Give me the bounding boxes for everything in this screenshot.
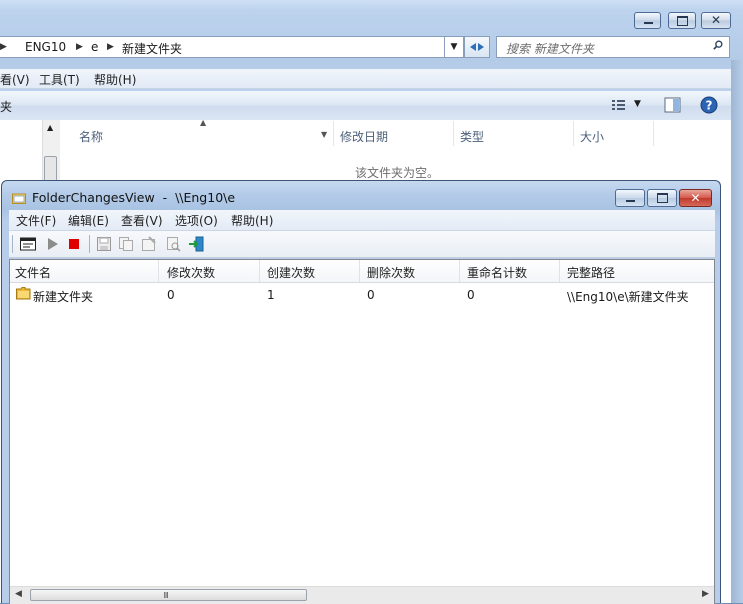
maximize-button[interactable]	[647, 189, 677, 207]
folderchangesview-window: FolderChangesView - \\Eng10\e ✕ 文件(F) 编辑…	[1, 180, 721, 604]
cell-rename-count: 0	[467, 288, 475, 302]
properties-icon[interactable]	[140, 235, 158, 253]
options-window-icon[interactable]	[19, 235, 37, 253]
column-modified[interactable]: 修改日期	[340, 128, 388, 153]
explorer-window-edge	[731, 60, 743, 603]
column-filename[interactable]: 文件名	[15, 264, 51, 281]
toolbar	[9, 231, 715, 258]
folder-icon	[16, 287, 31, 300]
stop-icon[interactable]	[65, 235, 83, 253]
breadcrumb-arrow-icon: ▶	[107, 42, 114, 52]
menu-options[interactable]: 选项(O)	[175, 212, 218, 229]
toolbar-separator	[89, 235, 90, 253]
changes-list[interactable]: 文件名 修改次数 创建次数 删除次数 重命名计数 完整路径 新建文件夹 0 1 …	[9, 259, 715, 604]
scroll-grip: III	[163, 591, 169, 600]
explorer-menu-bar: 看(V) 工具(T) 帮助(H)	[0, 69, 731, 89]
column-divider	[573, 121, 574, 146]
scroll-up-icon[interactable]: ▲	[47, 123, 53, 132]
column-divider[interactable]	[359, 260, 360, 282]
explorer-close-button[interactable]: ✕	[701, 12, 731, 29]
help-icon[interactable]: ?	[700, 96, 718, 114]
minimize-icon	[643, 22, 653, 24]
address-bar[interactable]: ▶ ENG10 ▶ e ▶ 新建文件夹	[0, 36, 458, 58]
cell-delete-count: 0	[367, 288, 375, 302]
cell-filename: 新建文件夹	[33, 290, 94, 304]
column-name[interactable]: 名称	[79, 128, 103, 153]
preview-pane-icon[interactable]	[664, 97, 681, 113]
column-divider	[453, 121, 454, 146]
horizontal-scrollbar[interactable]: ◀ III ▶	[10, 586, 714, 604]
menu-help[interactable]: 帮助(H)	[94, 71, 136, 88]
close-button[interactable]: ✕	[679, 189, 712, 207]
menu-tools[interactable]: 工具(T)	[39, 71, 80, 88]
explorer-title-bar: ✕	[0, 0, 743, 34]
breadcrumb-eng10[interactable]: ENG10	[25, 40, 66, 54]
search-input[interactable]: 搜索 新建文件夹	[506, 40, 594, 57]
column-filter-icon[interactable]: ▼	[321, 130, 327, 139]
address-history-dropdown[interactable]: ▼	[444, 36, 464, 58]
exit-icon[interactable]	[188, 235, 206, 253]
menu-view[interactable]: 查看(V)	[121, 212, 163, 229]
column-modify-count[interactable]: 修改次数	[167, 264, 215, 281]
column-divider	[333, 121, 334, 146]
column-divider[interactable]	[459, 260, 460, 282]
sort-ascending-icon: ▲	[200, 118, 207, 127]
column-delete-count[interactable]: 删除次数	[367, 264, 415, 281]
refresh-icon	[470, 43, 484, 51]
svg-text:?: ?	[706, 99, 713, 113]
command-folder-label[interactable]: 夹	[0, 98, 12, 115]
window-title: FolderChangesView - \\Eng10\e	[32, 190, 236, 205]
toolbar-grip	[12, 235, 13, 253]
column-full-path[interactable]: 完整路径	[567, 264, 615, 281]
search-box[interactable]: 搜索 新建文件夹	[496, 36, 730, 58]
horizontal-scroll-thumb[interactable]: III	[30, 589, 307, 601]
scroll-right-icon[interactable]: ▶	[702, 589, 709, 599]
column-divider[interactable]	[559, 260, 560, 282]
empty-folder-message: 该文件夹为空。	[355, 166, 440, 180]
maximize-icon	[657, 193, 668, 203]
cell-modify-count: 0	[167, 288, 175, 302]
menu-bar: 文件(F) 编辑(E) 查看(V) 选项(O) 帮助(H)	[9, 210, 715, 231]
column-divider	[653, 121, 654, 146]
find-icon[interactable]	[164, 235, 182, 253]
explorer-maximize-button[interactable]	[668, 12, 696, 29]
column-divider[interactable]	[158, 260, 159, 282]
menu-view[interactable]: 看(V)	[0, 71, 30, 88]
view-options-icon[interactable]	[611, 99, 627, 112]
explorer-minimize-button[interactable]	[634, 12, 661, 29]
refresh-button[interactable]	[464, 36, 490, 58]
menu-help[interactable]: 帮助(H)	[231, 212, 273, 229]
close-icon: ✕	[690, 191, 701, 205]
view-dropdown-icon[interactable]: ▼	[634, 99, 641, 109]
cell-full-path: \\Eng10\e\新建文件夹	[567, 290, 689, 304]
cell-create-count: 1	[267, 288, 275, 302]
copy-icon[interactable]	[117, 235, 135, 253]
column-type[interactable]: 类型	[460, 128, 484, 153]
maximize-icon	[677, 16, 688, 26]
search-icon	[713, 40, 723, 50]
column-size[interactable]: 大小	[580, 128, 604, 153]
column-create-count[interactable]: 创建次数	[267, 264, 315, 281]
column-rename-count[interactable]: 重命名计数	[467, 264, 527, 281]
minimize-button[interactable]	[615, 189, 645, 207]
breadcrumb-current-folder[interactable]: 新建文件夹	[122, 40, 182, 57]
save-icon[interactable]	[95, 235, 113, 253]
menu-edit[interactable]: 编辑(E)	[68, 212, 109, 229]
breadcrumb-arrow-icon: ▶	[76, 42, 83, 52]
list-header: 文件名 修改次数 创建次数 删除次数 重命名计数 完整路径	[10, 260, 714, 283]
breadcrumb-arrow-icon: ▶	[0, 42, 7, 52]
close-icon: ✕	[710, 13, 722, 27]
breadcrumb-e[interactable]: e	[91, 40, 98, 54]
column-divider[interactable]	[259, 260, 260, 282]
scroll-left-icon[interactable]: ◀	[15, 589, 22, 599]
dropdown-arrow-icon: ▼	[450, 42, 458, 52]
explorer-command-bar: 夹 ▼ ?	[0, 91, 731, 121]
play-icon[interactable]	[43, 235, 61, 253]
menu-file[interactable]: 文件(F)	[16, 212, 56, 229]
table-row[interactable]: 新建文件夹 0 1 0 0 \\Eng10\e\新建文件夹	[10, 284, 714, 304]
minimize-icon	[626, 200, 635, 202]
app-icon	[12, 193, 26, 204]
